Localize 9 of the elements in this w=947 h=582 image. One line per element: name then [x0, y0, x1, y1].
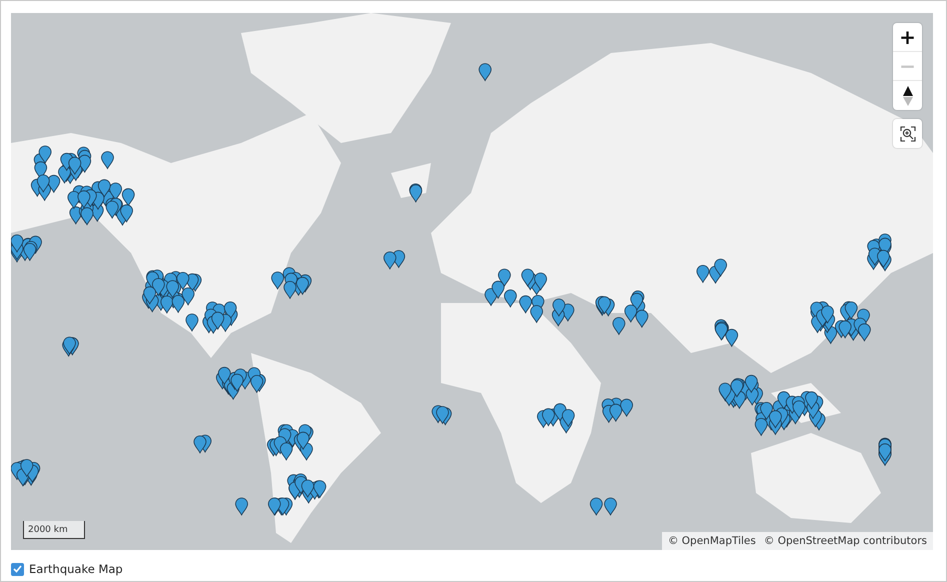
- compass-icon[interactable]: [902, 86, 912, 106]
- zoom-in-button[interactable]: +: [893, 23, 922, 52]
- attribution-link[interactable]: © OpenStreetMap contributors: [764, 535, 927, 547]
- zoom-extent-icon: [900, 126, 916, 142]
- scale-bar: 2000 km: [23, 521, 85, 539]
- zoom-to-extent-button[interactable]: [893, 119, 922, 148]
- attribution-link[interactable]: © OpenMapTiles: [668, 535, 756, 547]
- layer-checkbox[interactable]: [11, 562, 24, 576]
- layer-label: Earthquake Map: [29, 562, 123, 576]
